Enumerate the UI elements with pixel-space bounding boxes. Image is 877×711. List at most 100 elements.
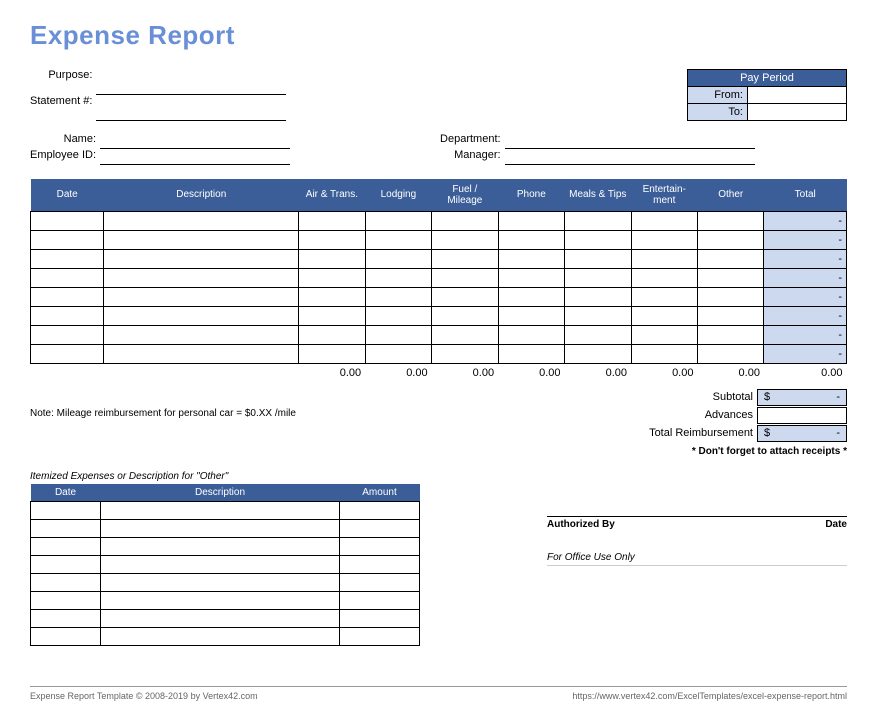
table-cell[interactable] (104, 230, 299, 249)
table-cell[interactable] (498, 287, 564, 306)
table-cell[interactable] (299, 325, 365, 344)
table-cell[interactable] (31, 287, 104, 306)
table-cell[interactable] (565, 287, 631, 306)
table-cell[interactable] (631, 249, 697, 268)
table-cell[interactable] (31, 306, 104, 325)
table-cell[interactable] (565, 230, 631, 249)
table-cell[interactable] (631, 287, 697, 306)
table-cell[interactable] (697, 268, 763, 287)
table-cell[interactable] (697, 230, 763, 249)
table-cell[interactable] (340, 538, 420, 556)
table-cell[interactable] (299, 287, 365, 306)
table-cell[interactable] (565, 211, 631, 230)
table-cell[interactable] (31, 249, 104, 268)
table-cell[interactable] (104, 268, 299, 287)
name-field[interactable] (100, 133, 290, 149)
table-cell[interactable] (299, 306, 365, 325)
table-cell[interactable] (432, 230, 498, 249)
department-field[interactable] (505, 133, 755, 149)
table-cell[interactable] (498, 211, 564, 230)
pay-to-field[interactable] (747, 104, 847, 121)
statement-field[interactable] (96, 95, 286, 121)
table-cell[interactable] (697, 249, 763, 268)
table-cell[interactable] (31, 610, 101, 628)
table-cell[interactable] (432, 325, 498, 344)
table-cell[interactable] (697, 306, 763, 325)
table-cell[interactable] (101, 502, 340, 520)
table-cell[interactable] (365, 344, 431, 363)
table-cell[interactable] (104, 211, 299, 230)
table-cell[interactable] (299, 211, 365, 230)
table-cell[interactable] (101, 592, 340, 610)
table-cell[interactable] (365, 249, 431, 268)
table-cell[interactable] (31, 211, 104, 230)
table-cell[interactable] (104, 344, 299, 363)
table-cell[interactable] (31, 520, 101, 538)
table-cell[interactable] (498, 268, 564, 287)
table-cell[interactable] (31, 574, 101, 592)
purpose-field[interactable] (96, 69, 286, 95)
table-cell[interactable] (31, 230, 104, 249)
table-cell[interactable] (498, 230, 564, 249)
table-cell[interactable] (365, 211, 431, 230)
table-cell[interactable] (340, 556, 420, 574)
table-cell[interactable] (697, 325, 763, 344)
table-cell[interactable] (631, 268, 697, 287)
table-cell[interactable] (340, 610, 420, 628)
table-cell[interactable] (104, 325, 299, 344)
table-cell[interactable] (432, 306, 498, 325)
table-cell[interactable] (101, 574, 340, 592)
table-cell[interactable] (631, 211, 697, 230)
table-cell[interactable] (340, 592, 420, 610)
table-cell[interactable] (31, 268, 104, 287)
table-cell[interactable] (340, 574, 420, 592)
table-cell[interactable] (104, 306, 299, 325)
table-cell[interactable] (104, 287, 299, 306)
table-cell[interactable] (631, 230, 697, 249)
table-cell[interactable] (340, 502, 420, 520)
table-cell[interactable] (101, 538, 340, 556)
table-cell[interactable] (299, 344, 365, 363)
table-cell[interactable] (697, 211, 763, 230)
table-cell[interactable] (299, 230, 365, 249)
table-cell[interactable] (31, 325, 104, 344)
table-cell[interactable] (697, 287, 763, 306)
table-cell[interactable] (340, 628, 420, 646)
table-cell[interactable] (31, 556, 101, 574)
table-cell[interactable] (432, 211, 498, 230)
table-cell[interactable] (565, 344, 631, 363)
table-cell[interactable] (299, 249, 365, 268)
table-cell[interactable] (565, 249, 631, 268)
table-cell[interactable] (432, 344, 498, 363)
table-cell[interactable] (101, 610, 340, 628)
table-cell[interactable] (498, 344, 564, 363)
table-cell[interactable] (565, 268, 631, 287)
table-cell[interactable] (631, 306, 697, 325)
table-cell[interactable] (498, 306, 564, 325)
table-cell[interactable] (631, 325, 697, 344)
table-cell[interactable] (299, 268, 365, 287)
table-cell[interactable] (432, 249, 498, 268)
table-cell[interactable] (365, 287, 431, 306)
table-cell[interactable] (31, 592, 101, 610)
table-cell[interactable] (340, 520, 420, 538)
table-cell[interactable] (104, 249, 299, 268)
table-cell[interactable] (31, 502, 101, 520)
table-cell[interactable] (697, 344, 763, 363)
table-cell[interactable] (565, 325, 631, 344)
table-cell[interactable] (432, 268, 498, 287)
advances-field[interactable] (757, 407, 847, 424)
table-cell[interactable] (365, 306, 431, 325)
table-cell[interactable] (31, 538, 101, 556)
table-cell[interactable] (432, 287, 498, 306)
table-cell[interactable] (498, 325, 564, 344)
pay-from-field[interactable] (747, 87, 847, 104)
table-cell[interactable] (565, 306, 631, 325)
table-cell[interactable] (101, 520, 340, 538)
employee-id-field[interactable] (100, 149, 290, 165)
table-cell[interactable] (101, 556, 340, 574)
table-cell[interactable] (365, 230, 431, 249)
table-cell[interactable] (365, 268, 431, 287)
table-cell[interactable] (365, 325, 431, 344)
table-cell[interactable] (498, 249, 564, 268)
